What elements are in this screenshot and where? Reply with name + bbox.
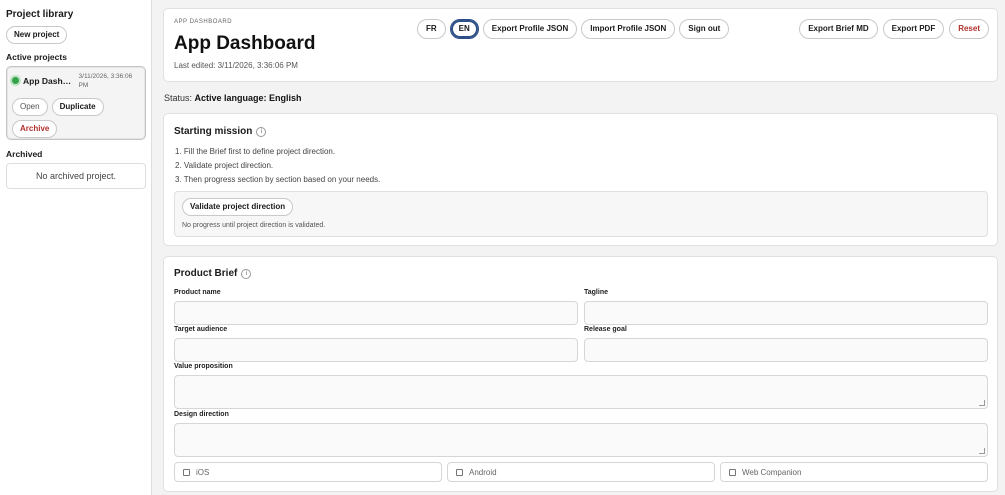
last-edited: Last edited: 3/11/2026, 3:36:06 PM (174, 61, 298, 70)
checkbox-icon[interactable] (729, 468, 736, 476)
mission-step: 3. Then progress section by section base… (175, 175, 381, 184)
mission-card: Starting mission i 1. Fill the Brief fir… (163, 113, 998, 246)
header-actions: FR EN Export Profile JSON Import Profile… (417, 19, 730, 39)
design-direction-textarea[interactable] (174, 423, 988, 457)
project-name: App Dashb... (23, 76, 75, 86)
target-audience-input[interactable] (174, 338, 578, 362)
export-pdf-button[interactable]: Export PDF (882, 19, 945, 39)
import-profile-button[interactable]: Import Profile JSON (581, 19, 676, 39)
checkbox-icon[interactable] (456, 468, 463, 476)
page-title: App Dashboard (174, 33, 316, 54)
platform-web-companion-checkbox[interactable]: Web Companion (720, 462, 988, 482)
mission-title: Starting mission (174, 126, 253, 137)
validate-direction-button[interactable]: Validate project direction (182, 198, 294, 216)
header-export-actions: Export Brief MD Export PDF Reset (799, 19, 989, 39)
sidebar-title: Project library (6, 9, 74, 20)
resize-handle-icon[interactable] (979, 400, 985, 406)
export-profile-button[interactable]: Export Profile JSON (482, 19, 578, 39)
lang-fr-button[interactable]: FR (417, 19, 446, 39)
platform-android-checkbox[interactable]: Android (447, 462, 715, 482)
project-date: 3/11/2026, 3:36:06 PM (78, 73, 133, 89)
archived-empty-message: No archived project. (6, 163, 146, 189)
validate-note: No progress until project direction is v… (182, 222, 326, 229)
platform-label: iOS (196, 467, 210, 477)
platform-ios-checkbox[interactable]: iOS (174, 462, 442, 482)
info-icon[interactable]: i (241, 268, 252, 279)
info-icon[interactable]: i (256, 126, 267, 137)
new-project-button[interactable]: New project (6, 26, 68, 44)
page-eyebrow: APP DASHBOARD (174, 19, 233, 25)
archived-label: Archived (6, 149, 43, 159)
mission-title-row: Starting mission i (174, 126, 267, 137)
brief-card: Product Brief i Product name Tagline Tar… (163, 256, 998, 492)
active-projects-label: Active projects (6, 52, 67, 62)
resize-handle-icon[interactable] (979, 448, 985, 454)
brief-title-row: Product Brief i (174, 268, 252, 279)
reset-button[interactable]: Reset (949, 19, 989, 39)
sidebar: Project library New project Active proje… (0, 0, 152, 495)
lang-en-button[interactable]: EN (449, 19, 479, 39)
mission-steps: 1. Fill the Brief first to define projec… (175, 145, 380, 187)
sign-out-button[interactable]: Sign out (679, 19, 730, 39)
status-line: Status: Active language: English (164, 93, 302, 103)
release-goal-label: Release goal (584, 326, 627, 333)
platform-label: Web Companion (742, 467, 802, 477)
validate-panel: Validate project direction No progress u… (174, 191, 988, 237)
brief-title: Product Brief (174, 268, 238, 279)
product-name-input[interactable] (174, 301, 578, 325)
project-card[interactable]: App Dashb... 3/11/2026, 3:36:06 PM Open … (6, 66, 146, 140)
mission-step: 1. Fill the Brief first to define projec… (175, 147, 336, 156)
open-project-button[interactable]: Open (12, 98, 48, 116)
duplicate-project-button[interactable]: Duplicate (51, 98, 104, 116)
value-proposition-textarea[interactable] (174, 375, 988, 409)
status-prefix: Status: (164, 93, 193, 103)
status-dot-icon (12, 77, 19, 84)
value-proposition-label: Value proposition (174, 363, 233, 370)
target-audience-label: Target audience (174, 326, 228, 333)
product-name-label: Product name (174, 289, 221, 296)
tagline-label: Tagline (584, 289, 608, 296)
tagline-input[interactable] (584, 301, 988, 325)
archive-project-button[interactable]: Archive (12, 120, 58, 138)
platform-label: Android (469, 467, 497, 477)
export-brief-button[interactable]: Export Brief MD (799, 19, 878, 39)
checkbox-icon[interactable] (183, 468, 190, 476)
release-goal-input[interactable] (584, 338, 988, 362)
status-value: Active language: English (194, 93, 302, 103)
design-direction-label: Design direction (174, 411, 229, 418)
header-card: APP DASHBOARD App Dashboard Last edited:… (163, 8, 998, 82)
mission-step: 2. Validate project direction. (175, 161, 274, 170)
